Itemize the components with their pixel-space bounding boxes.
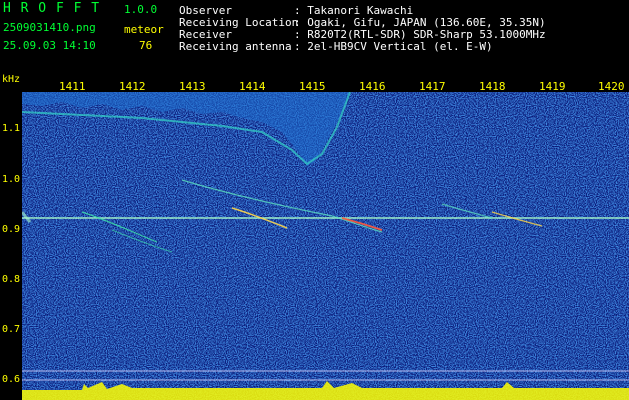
y-tick: 1.0 bbox=[2, 174, 21, 185]
spectrogram bbox=[22, 92, 629, 400]
detection-type: meteor bbox=[124, 23, 164, 36]
hrofft-window: H R O F F T 1.0.0 2509031410.png meteor … bbox=[0, 0, 629, 400]
file-name: 2509031410.png bbox=[3, 21, 96, 34]
info-label-antenna: Receiving antenna bbox=[179, 40, 292, 53]
file-datetime: 25.09.03 14:10 bbox=[3, 39, 96, 52]
y-tick: 0.9 bbox=[2, 224, 21, 235]
y-tick: 0.7 bbox=[2, 324, 21, 335]
meteor-count: 76 bbox=[139, 39, 153, 52]
y-tick: 1.1 bbox=[2, 123, 21, 134]
y-tick: 0.6 bbox=[2, 374, 21, 385]
app-version: 1.0.0 bbox=[124, 3, 158, 16]
y-tick: 0.8 bbox=[2, 274, 21, 285]
signal-level-strip bbox=[22, 390, 629, 400]
spectrogram-svg bbox=[22, 92, 629, 400]
info-value-antenna: : 2el-HB9CV Vertical (el. E-W) bbox=[294, 40, 493, 53]
app-title: H R O F F T bbox=[3, 1, 101, 16]
y-axis-unit: kHz bbox=[2, 74, 21, 85]
